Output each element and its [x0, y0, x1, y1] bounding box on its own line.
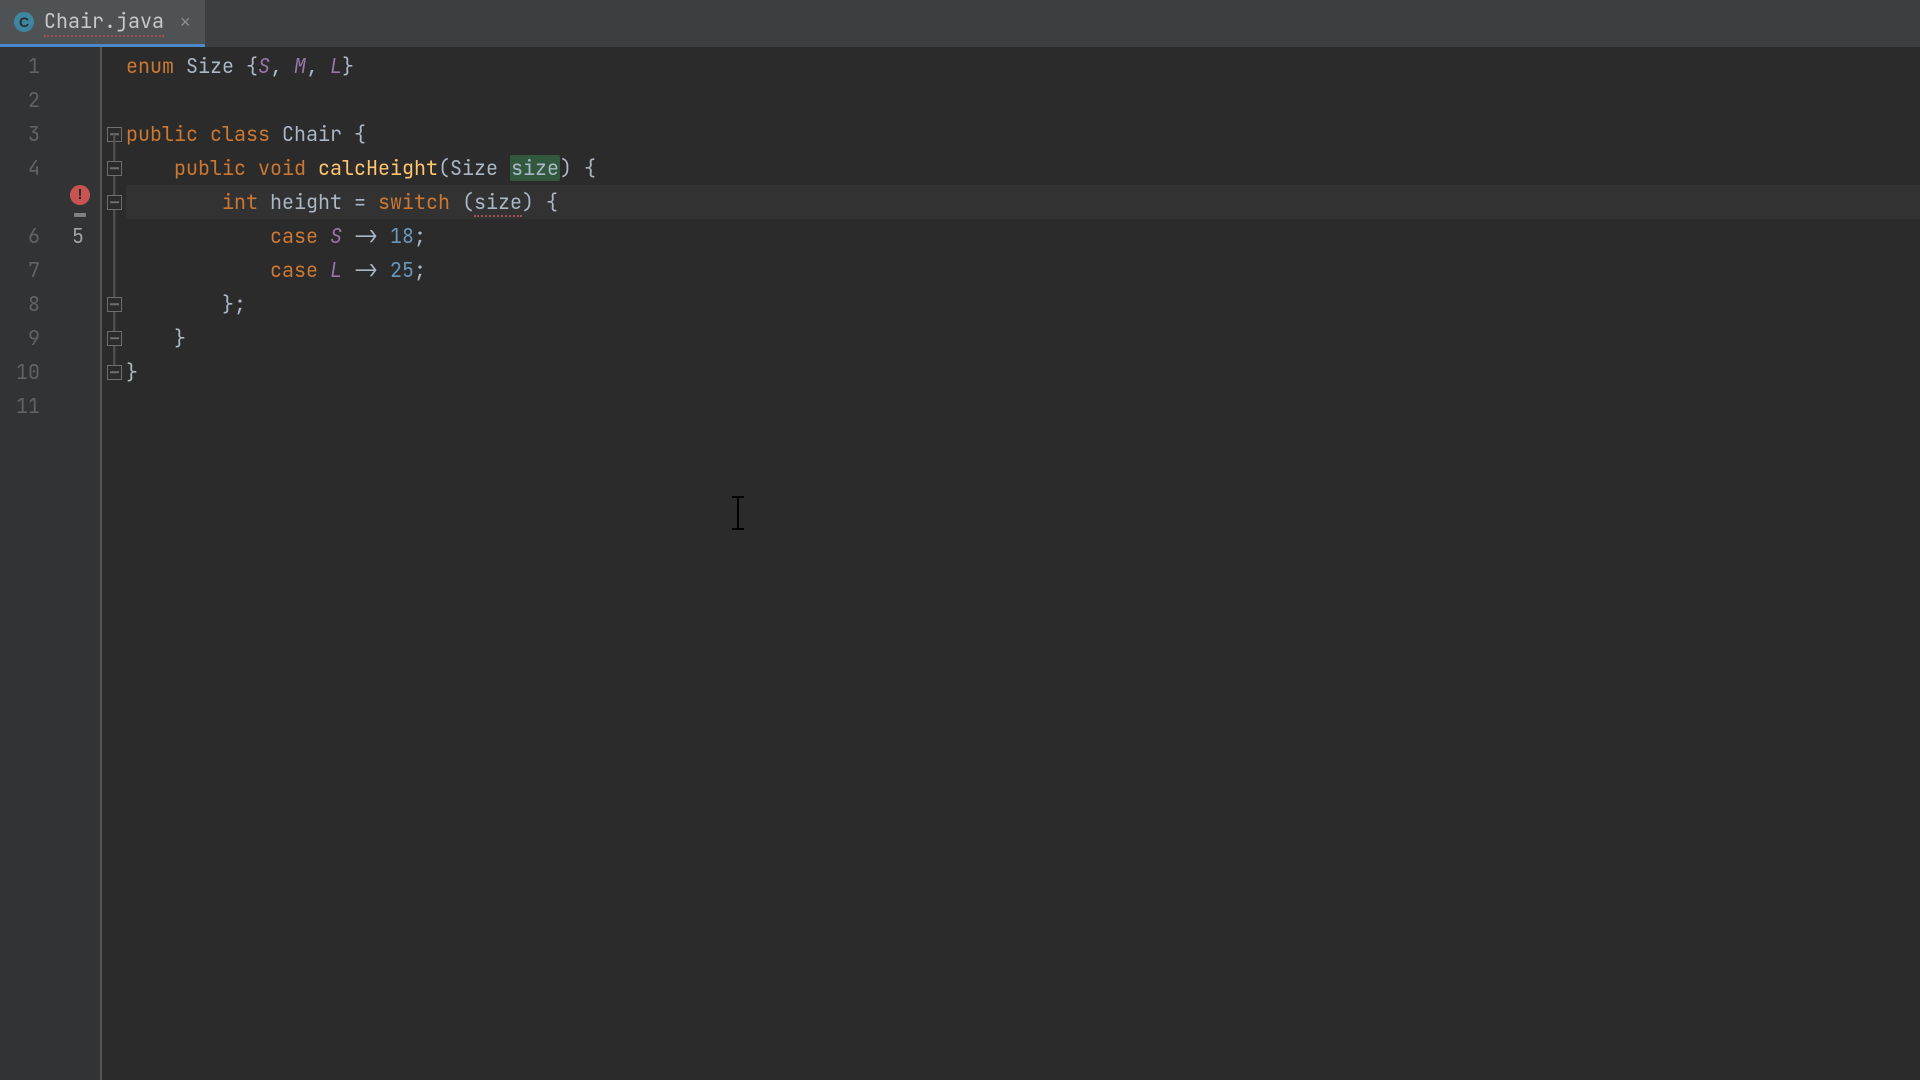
code-line[interactable]: [126, 389, 1920, 423]
enum-value: S: [258, 53, 270, 79]
enum-value: S: [330, 223, 342, 249]
comma: ,: [270, 53, 282, 79]
fold-toggle-icon[interactable]: [107, 365, 122, 380]
paren: ): [522, 189, 534, 215]
code-line[interactable]: };: [126, 287, 1920, 321]
switch-var: size: [474, 189, 522, 217]
line-number[interactable]: 1: [0, 49, 100, 83]
fold-cell: [102, 117, 126, 151]
line-number-gutter: 1 2 3 4 5 ! 6 7 8 9 10 11: [0, 47, 100, 1080]
paren: (: [438, 155, 450, 181]
keyword-case: case: [270, 223, 318, 249]
enum-name: Size: [186, 53, 234, 79]
line-number[interactable]: 10: [0, 355, 100, 389]
keyword-public: public: [126, 121, 198, 147]
brace: {: [354, 121, 366, 147]
method-name: calcHeight: [318, 155, 438, 181]
semicolon: ;: [414, 257, 426, 283]
paren: (: [462, 189, 474, 215]
fold-cell: [102, 355, 126, 389]
fold-cell: [102, 253, 126, 287]
code-line[interactable]: }: [126, 355, 1920, 389]
fold-cell: [102, 49, 126, 83]
line-number[interactable]: 6: [0, 219, 100, 253]
fold-line: [113, 253, 115, 287]
fold-cell: [102, 321, 126, 355]
fold-line: [113, 134, 115, 151]
tab-bar: C Chair.java ×: [0, 0, 1920, 47]
keyword-class: class: [210, 121, 270, 147]
fold-cell: [102, 151, 126, 185]
param-name: size: [510, 155, 560, 181]
keyword-case: case: [270, 257, 318, 283]
code-line[interactable]: int height = switch (size) {: [126, 185, 1920, 219]
line-number[interactable]: 3: [0, 117, 100, 151]
brace: }: [126, 359, 138, 385]
fold-cell: [102, 219, 126, 253]
number-literal: 25: [390, 257, 414, 283]
class-file-icon: C: [14, 12, 34, 32]
tab-filename: Chair.java: [44, 8, 164, 37]
keyword-void: void: [258, 155, 306, 181]
editor: 1 2 3 4 5 ! 6 7 8 9 10 11: [0, 47, 1920, 1080]
tab-chair-java[interactable]: C Chair.java ×: [0, 0, 205, 47]
fold-cell: [102, 83, 126, 117]
line-number[interactable]: 9: [0, 321, 100, 355]
text-caret-icon: [737, 496, 739, 530]
line-number[interactable]: 4: [0, 151, 100, 185]
fold-cell: [102, 389, 126, 423]
brace: }: [342, 53, 354, 79]
fold-cell: [102, 185, 126, 219]
code-line[interactable]: public class Chair {: [126, 117, 1920, 151]
code-area[interactable]: enum Size {S, M, L} public class Chair {…: [126, 47, 1920, 1080]
fold-toggle-icon[interactable]: [107, 195, 122, 210]
arrow: ->: [354, 223, 378, 249]
code-line[interactable]: }: [126, 321, 1920, 355]
equals: =: [354, 189, 366, 215]
keyword-int: int: [222, 189, 258, 215]
fold-line: [113, 219, 115, 253]
keyword-switch: switch: [378, 189, 450, 215]
line-number[interactable]: 7: [0, 253, 100, 287]
brace: }: [174, 325, 186, 351]
fold-toggle-icon[interactable]: [107, 297, 122, 312]
line-number[interactable]: 5 !: [0, 185, 100, 219]
code-line[interactable]: [126, 83, 1920, 117]
var-name: height: [270, 189, 342, 215]
code-line[interactable]: enum Size {S, M, L}: [126, 49, 1920, 83]
bulb-base-icon: [74, 213, 86, 217]
semicolon: ;: [414, 223, 426, 249]
enum-value: M: [294, 53, 306, 79]
paren: ): [560, 155, 572, 181]
brace: {: [584, 155, 596, 181]
fold-cell: [102, 287, 126, 321]
enum-value: L: [330, 53, 342, 79]
error-icon: !: [70, 185, 90, 205]
arrow: ->: [354, 257, 378, 283]
intention-bulb-icon[interactable]: !: [70, 191, 92, 213]
close-icon[interactable]: ×: [180, 12, 191, 33]
brace: {: [246, 53, 258, 79]
class-name: Chair: [282, 121, 342, 147]
line-number[interactable]: 8: [0, 287, 100, 321]
code-line[interactable]: case L -> 25;: [126, 253, 1920, 287]
number-literal: 18: [390, 223, 414, 249]
brace: };: [222, 291, 246, 317]
code-line[interactable]: case S -> 18;: [126, 219, 1920, 253]
brace: {: [546, 189, 558, 215]
comma: ,: [306, 53, 318, 79]
code-line[interactable]: public void calcHeight(Size size) {: [126, 151, 1920, 185]
keyword-public: public: [174, 155, 246, 181]
enum-value: L: [330, 257, 342, 283]
line-number[interactable]: 2: [0, 83, 100, 117]
fold-toggle-icon[interactable]: [107, 331, 122, 346]
fold-gutter: [100, 47, 126, 1080]
keyword-enum: enum: [126, 53, 174, 79]
line-number[interactable]: 11: [0, 389, 100, 423]
fold-toggle-icon[interactable]: [107, 161, 122, 176]
param-type: Size: [450, 155, 498, 181]
